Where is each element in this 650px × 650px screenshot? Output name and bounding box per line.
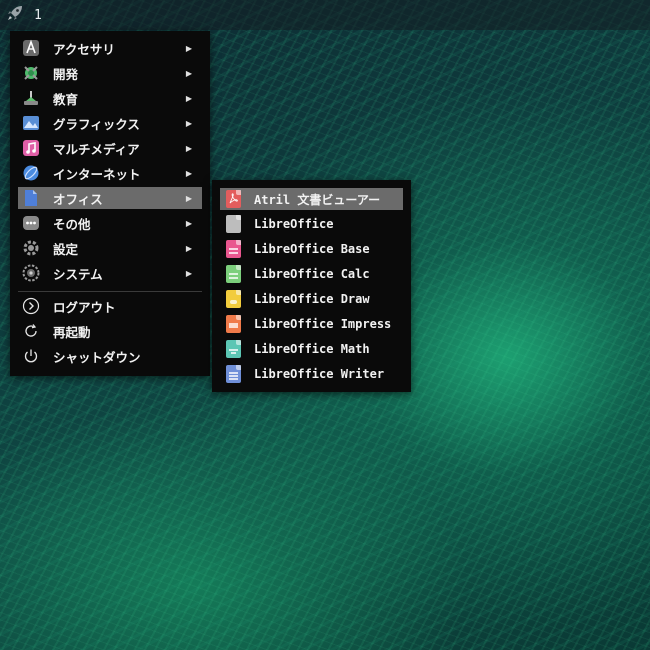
submenu-item-libreoffice-impress[interactable]: LibreOffice Impress: [220, 313, 403, 335]
libreoffice-draw-icon: [223, 289, 243, 309]
shutdown-icon: [21, 346, 41, 366]
menu-item-label: LibreOffice Calc: [254, 267, 370, 281]
internet-icon: [21, 163, 41, 183]
submenu-arrow-icon: ▶: [185, 43, 192, 53]
libreoffice-calc-icon: [223, 264, 243, 284]
menu-item-label: 再起動: [53, 324, 91, 340]
menu-separator: [18, 291, 202, 292]
menu-item-label: マルチメディア: [53, 141, 140, 157]
libreoffice-impress-icon: [223, 314, 243, 334]
menu-item-label: オフィス: [53, 191, 103, 207]
office-icon: [21, 188, 41, 208]
menu-item-label: LibreOffice: [254, 217, 334, 231]
office-submenu: Atril 文書ビューアー LibreOffice LibreOffice Ba…: [212, 180, 411, 392]
multimedia-icon: [21, 138, 41, 158]
submenu-arrow-icon: ▶: [185, 68, 192, 78]
menu-item-label: アクセサリ: [53, 41, 115, 57]
submenu-item-libreoffice[interactable]: LibreOffice: [220, 213, 403, 235]
submenu-arrow-icon: ▶: [185, 93, 192, 103]
submenu-arrow-icon: ▶: [185, 268, 192, 278]
menu-item-logout[interactable]: ログアウト: [18, 295, 202, 317]
menu-item-multimedia[interactable]: マルチメディア ▶: [18, 137, 202, 159]
menu-item-label: システム: [53, 266, 103, 282]
menu-item-label: 設定: [53, 241, 79, 257]
submenu-item-libreoffice-draw[interactable]: LibreOffice Draw: [220, 288, 403, 310]
app-menu-launcher[interactable]: [0, 0, 30, 30]
libreoffice-base-icon: [223, 239, 243, 259]
workspace-indicator[interactable]: 1: [34, 8, 42, 23]
menu-item-development[interactable]: 開発 ▶: [18, 62, 202, 84]
pdf-viewer-icon: [223, 189, 243, 209]
submenu-arrow-icon: ▶: [185, 218, 192, 228]
application-menu: アクセサリ ▶ 開発 ▶ 教育 ▶ グラフィックス ▶ マルチメディア ▶ イン: [10, 31, 210, 376]
submenu-arrow-icon: ▶: [185, 118, 192, 128]
menu-item-internet[interactable]: インターネット ▶: [18, 162, 202, 184]
logout-icon: [21, 296, 41, 316]
submenu-item-libreoffice-calc[interactable]: LibreOffice Calc: [220, 263, 403, 285]
system-icon: [21, 263, 41, 283]
development-icon: [21, 63, 41, 83]
submenu-arrow-icon: ▶: [185, 168, 192, 178]
submenu-item-libreoffice-base[interactable]: LibreOffice Base: [220, 238, 403, 260]
libreoffice-writer-icon: [223, 364, 243, 384]
menu-item-label: グラフィックス: [53, 116, 140, 132]
rocket-icon: [5, 3, 25, 27]
submenu-item-atril[interactable]: Atril 文書ビューアー: [220, 188, 403, 210]
menu-item-other[interactable]: その他 ▶: [18, 212, 202, 234]
menu-item-settings[interactable]: 設定 ▶: [18, 237, 202, 259]
menu-item-label: シャットダウン: [53, 349, 141, 365]
menu-item-education[interactable]: 教育 ▶: [18, 87, 202, 109]
settings-icon: [21, 238, 41, 258]
graphics-icon: [21, 113, 41, 133]
menu-item-office[interactable]: オフィス ▶: [18, 187, 202, 209]
libreoffice-math-icon: [223, 339, 243, 359]
other-icon: [21, 213, 41, 233]
menu-item-label: Atril 文書ビューアー: [254, 192, 381, 207]
menu-item-label: LibreOffice Impress: [254, 317, 392, 331]
libreoffice-icon: [223, 214, 243, 234]
submenu-arrow-icon: ▶: [185, 143, 192, 153]
submenu-arrow-icon: ▶: [185, 243, 192, 253]
menu-item-label: LibreOffice Math: [254, 342, 370, 356]
menu-item-graphics[interactable]: グラフィックス ▶: [18, 112, 202, 134]
menu-item-label: LibreOffice Draw: [254, 292, 370, 306]
menu-item-label: インターネット: [53, 166, 141, 182]
menu-item-label: 教育: [53, 91, 79, 107]
menu-item-label: LibreOffice Writer: [254, 367, 385, 381]
submenu-item-libreoffice-writer[interactable]: LibreOffice Writer: [220, 363, 403, 385]
menu-item-label: その他: [53, 216, 91, 232]
menu-item-accessories[interactable]: アクセサリ ▶: [18, 37, 202, 59]
menu-item-system[interactable]: システム ▶: [18, 262, 202, 284]
restart-icon: [21, 321, 41, 341]
menu-item-label: LibreOffice Base: [254, 242, 370, 256]
top-panel: 1: [0, 0, 650, 30]
menu-item-label: ログアウト: [53, 299, 116, 315]
menu-item-shutdown[interactable]: シャットダウン: [18, 345, 202, 367]
submenu-item-libreoffice-math[interactable]: LibreOffice Math: [220, 338, 403, 360]
accessories-icon: [21, 38, 41, 58]
menu-item-label: 開発: [53, 66, 79, 82]
education-icon: [21, 88, 41, 108]
submenu-arrow-icon: ▶: [185, 193, 192, 203]
menu-item-restart[interactable]: 再起動: [18, 320, 202, 342]
